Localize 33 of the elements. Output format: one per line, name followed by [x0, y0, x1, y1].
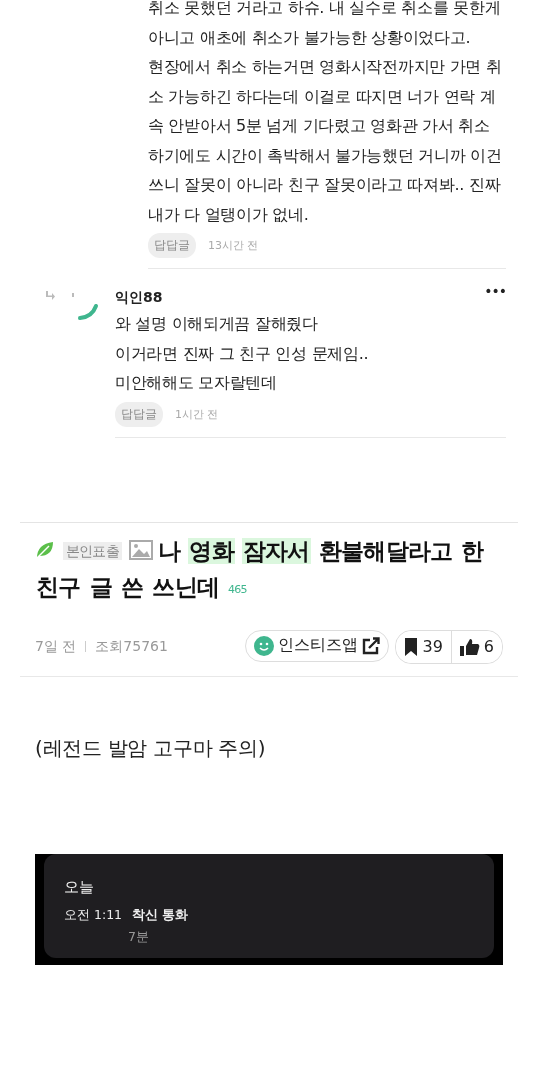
badge: 본인표출 [63, 541, 122, 560]
title-word: 잠자서 [242, 537, 311, 564]
comment-count: 465 [228, 582, 247, 596]
title-word: 영화 [188, 537, 235, 564]
reply-arrow-icon [44, 291, 55, 301]
smiley-icon [254, 635, 275, 656]
post-body-text: (레전드 발암 고구마 주의) [35, 734, 267, 762]
title-word: 글 [88, 573, 113, 600]
comment-text: 와 설명 이해되게끔 잘해줬다 이거라면 진짜 그 친구 인성 문제임.. 미안해해도 모자랄텐데 [115, 313, 370, 394]
image-icon [129, 539, 154, 560]
like-button[interactable]: 6 [450, 630, 502, 663]
comment-time: 13시간 전 [208, 238, 259, 253]
post-date: 7일 전 [35, 637, 77, 656]
leaf-icon [35, 539, 55, 560]
call-type: 착신 통화 [132, 906, 189, 924]
call-time: 오전 1:11 [64, 906, 123, 924]
title-word: 나 [157, 537, 182, 564]
thumbs-up-icon [459, 637, 480, 656]
title-word: 환불해달라고 [317, 537, 454, 564]
comment-time: 1시간 전 [175, 406, 219, 422]
comment-text: 취소 못했던 거라고 하슈. 내 실수로 취소를 못한게 아니고 애초에 취소가 불가능한 상황이었다고. 현장에서 취소 하는거면 영화시작전까지만 가면 취 소 가능하긴 하다는데 이걸로 따지면 너가 연락 계 속 안받아서 5분 넘게 기다렸고 영화관 가서 취소 하기에도 시간이 촉박해서 불가능했던 거니까 이건 쓰니 잘못이 아니라 친구 잘못이라고 따져봐.. 진짜 내가 다 얼탱이가 없네. [148, 0, 503, 226]
comment-author: 익인88 [115, 288, 163, 307]
call-log-heading: 오늘 [64, 877, 95, 897]
external-link-icon [362, 636, 381, 655]
title-word: 쓴 [120, 573, 145, 600]
title-word: 한 [460, 537, 485, 564]
app-button[interactable]: 인스티즈앱 [245, 629, 390, 662]
call-duration: 7분 [128, 928, 150, 946]
title-word: 쓰닌데 [151, 573, 221, 600]
more-options-button[interactable]: ••• [484, 283, 506, 299]
view-count: 조회75761 [95, 637, 168, 656]
title-word: 친구 [35, 573, 82, 600]
bookmark-icon [404, 637, 419, 656]
